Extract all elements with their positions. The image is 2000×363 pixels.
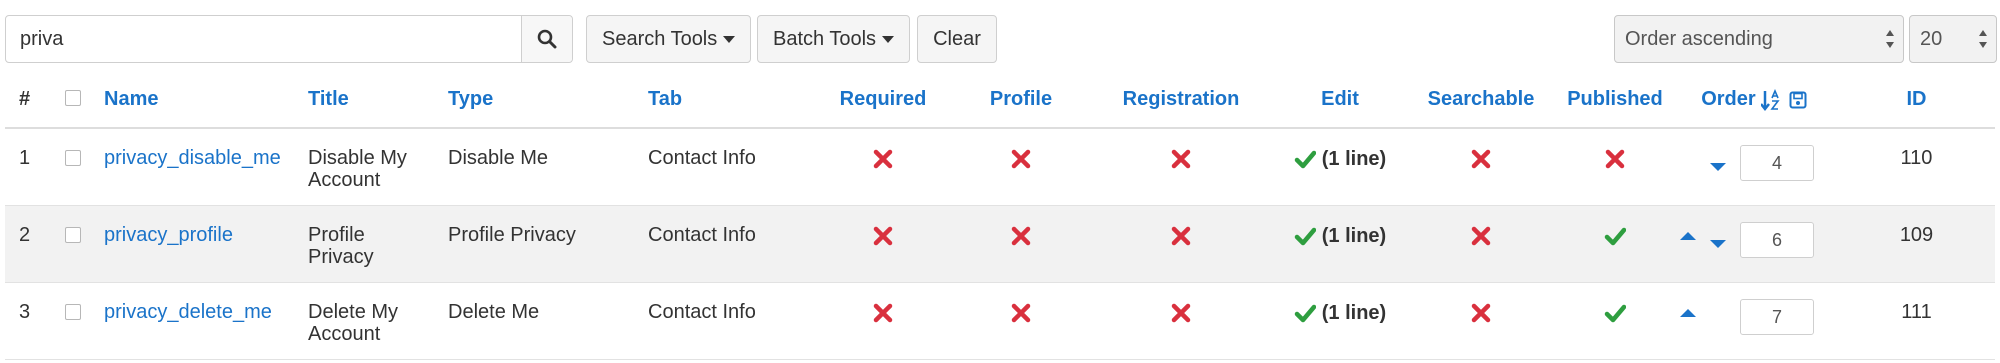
cross-icon[interactable] [1604,148,1626,170]
field-tab: Contact Info [648,301,756,323]
clear-button[interactable]: Clear [917,15,997,63]
select-all-checkbox[interactable] [65,90,81,106]
limit-select[interactable]: 20 [1909,15,1997,63]
row-checkbox[interactable] [65,304,81,320]
col-published[interactable]: Published [1560,72,1670,129]
order-input[interactable]: 6 [1740,222,1814,258]
check-icon[interactable] [1604,225,1626,247]
cross-icon[interactable] [1170,225,1192,247]
limit-select-value: 20 [1920,27,1943,50]
fields-table: # Name Title Type Tab Required Profile R… [5,72,1995,360]
batch-tools-button[interactable]: Batch Tools [757,15,911,63]
field-title: Disable My [308,147,407,169]
field-title: Profile [308,224,365,246]
caret-down-icon [723,35,736,43]
cross-icon[interactable] [1010,148,1032,170]
check-icon[interactable] [1294,302,1316,324]
move-down-icon[interactable] [1710,240,1726,248]
table-row: 2 privacy_profile Profile Privacy Profile… [5,205,1995,283]
col-select-all [42,72,104,129]
col-name[interactable]: Name [104,72,308,129]
field-title: Account [308,169,381,191]
cross-icon[interactable] [1170,148,1192,170]
toolbar: Search Tools Batch Tools Clear Order asc… [5,15,1997,63]
field-id: 111 [1901,301,1932,323]
col-tab[interactable]: Tab [648,72,808,129]
row-checkbox[interactable] [65,227,81,243]
order-input[interactable]: 7 [1740,299,1814,335]
col-registration[interactable]: Registration [1084,72,1278,129]
cross-icon[interactable] [1010,225,1032,247]
select-arrows-icon [1886,30,1894,48]
field-name-link[interactable]: privacy_delete_me [104,283,308,323]
col-order-label[interactable]: Order [1701,88,1755,110]
row-number: 2 [19,224,31,246]
search-tools-label: Search Tools [602,27,718,50]
search-input[interactable] [6,16,524,62]
col-edit[interactable]: Edit [1278,72,1402,129]
order-select[interactable]: Order ascending [1614,15,1904,63]
col-number: # [5,72,42,129]
col-id[interactable]: ID [1838,72,1995,129]
field-type: Disable Me [448,147,549,169]
table-row: 3 privacy_delete_me Delete My Account Del… [5,282,1995,360]
col-title[interactable]: Title [308,72,448,129]
save-order-icon[interactable] [1789,91,1807,109]
cross-icon[interactable] [872,302,894,324]
sort-alpha-icon[interactable] [1760,88,1783,111]
field-name-link[interactable]: privacy_disable_me [104,129,308,169]
field-title: Account [308,323,381,345]
check-icon[interactable] [1294,225,1316,247]
col-profile[interactable]: Profile [958,72,1084,129]
field-tab: Contact Info [648,147,756,169]
batch-tools-label: Batch Tools [773,27,877,50]
field-title: Delete My [308,301,399,323]
field-title: Privacy [308,246,374,268]
move-down-icon[interactable] [1710,163,1726,171]
cross-icon[interactable] [1470,302,1492,324]
search-button[interactable] [521,16,572,62]
col-searchable[interactable]: Searchable [1402,72,1560,129]
search-icon [537,29,557,49]
table-header-row: # Name Title Type Tab Required Profile R… [5,72,1995,129]
table-row: 1 privacy_disable_me Disable My Account D… [5,128,1995,206]
order-input[interactable]: 4 [1740,145,1814,181]
search-box [5,15,573,63]
field-id: 109 [1899,224,1934,246]
col-type[interactable]: Type [448,72,648,129]
clear-label: Clear [933,27,981,50]
cross-icon[interactable] [1010,302,1032,324]
cross-icon[interactable] [872,148,894,170]
row-checkbox[interactable] [65,150,81,166]
check-icon[interactable] [1604,302,1626,324]
field-type: Profile Privacy [448,224,576,246]
edit-value: (1 line) [1321,301,1387,324]
field-name-link[interactable]: privacy_profile [104,206,308,246]
cross-icon[interactable] [1470,225,1492,247]
row-number: 1 [19,147,31,169]
order-select-value: Order ascending [1625,27,1773,50]
search-tools-button[interactable]: Search Tools [586,15,752,63]
field-tab: Contact Info [648,224,756,246]
caret-down-icon [882,35,895,43]
col-order: Order [1670,72,1838,129]
select-arrows-icon [1979,30,1987,48]
move-up-icon[interactable] [1680,309,1696,317]
field-type: Delete Me [448,301,540,323]
check-icon[interactable] [1294,148,1316,170]
col-required[interactable]: Required [808,72,958,129]
edit-value: (1 line) [1321,224,1387,247]
cross-icon[interactable] [1470,148,1492,170]
edit-value: (1 line) [1321,147,1387,170]
cross-icon[interactable] [1170,302,1192,324]
cross-icon[interactable] [872,225,894,247]
field-id: 110 [1900,147,1933,169]
move-up-icon[interactable] [1680,232,1696,240]
row-number: 3 [19,301,31,323]
